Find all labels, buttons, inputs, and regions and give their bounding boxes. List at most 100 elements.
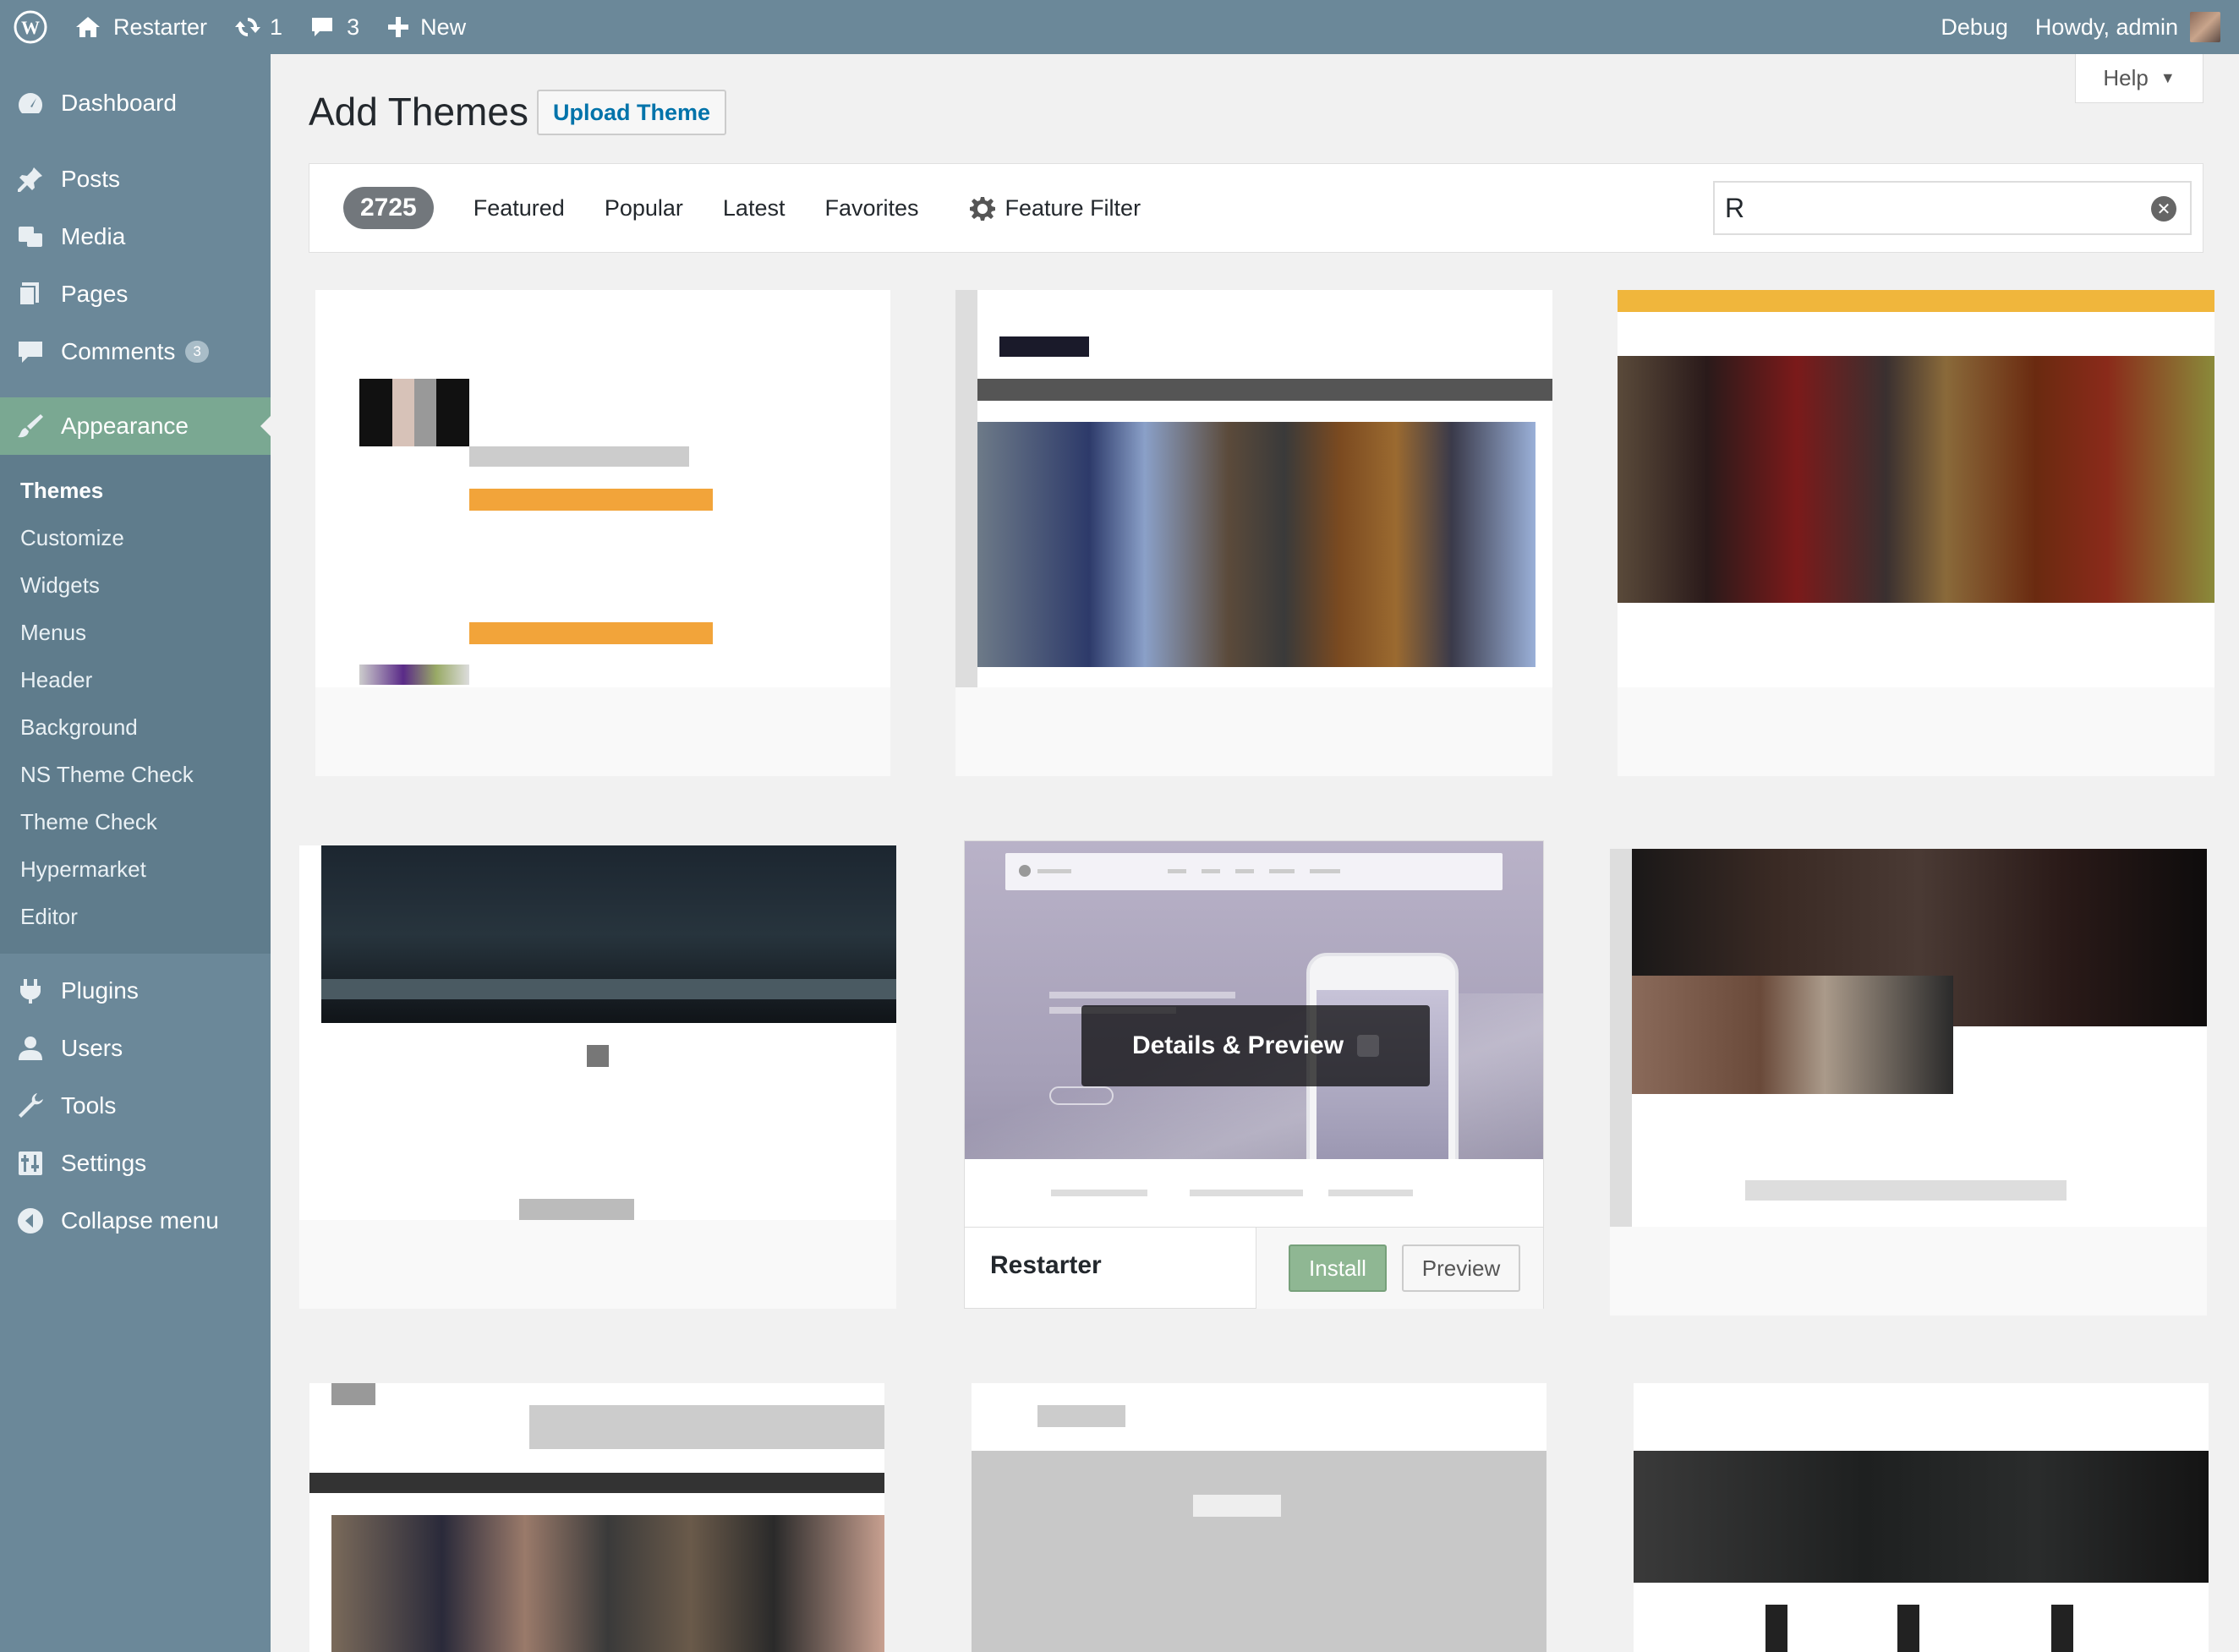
feature-filter-button[interactable]: Feature Filter <box>969 194 1141 222</box>
admin-bar: W Restarter 1 3 New Debug Howdy, admin <box>0 0 2239 54</box>
new-content-link[interactable]: New <box>373 0 479 54</box>
theme-card-footer <box>955 687 1552 776</box>
menu-comments[interactable]: Comments 3 <box>0 323 271 380</box>
install-button[interactable]: Install <box>1289 1244 1387 1292</box>
thumbnail-block <box>977 379 1552 401</box>
submenu-menus[interactable]: Menus <box>0 609 271 656</box>
submenu-background[interactable]: Background <box>0 703 271 751</box>
thumbnail-block <box>1037 1405 1125 1427</box>
user-icon <box>19 1037 42 1060</box>
menu-plugins[interactable]: Plugins <box>0 962 271 1020</box>
theme-card[interactable] <box>1618 290 2214 776</box>
theme-screenshot[interactable]: Details & Preview <box>965 841 1543 1227</box>
menu-label: Plugins <box>61 977 139 1004</box>
thumbnail-block <box>999 336 1089 357</box>
theme-card[interactable] <box>299 845 896 1309</box>
thumbnail-block <box>321 979 896 999</box>
mock-nav-link <box>1269 869 1295 873</box>
menu-collapse[interactable]: Collapse menu <box>0 1192 271 1250</box>
clear-search-icon[interactable]: ✕ <box>2151 196 2176 222</box>
thumbnail-block <box>1193 1495 1281 1517</box>
theme-card-restarter[interactable]: Details & Preview Restarter Install Prev… <box>964 840 1544 1309</box>
help-tab[interactable]: Help ▼ <box>2075 54 2203 103</box>
theme-card-footer <box>1610 1227 2207 1316</box>
menu-appearance[interactable]: Appearance <box>0 397 271 455</box>
submenu-customize[interactable]: Customize <box>0 514 271 561</box>
thumbnail-block <box>587 1045 609 1067</box>
tab-popular[interactable]: Popular <box>605 195 683 222</box>
pin-icon <box>18 167 42 192</box>
theme-filter-bar: 2725 Featured Popular Latest Favorites F… <box>309 163 2203 253</box>
svg-text:W: W <box>21 17 40 38</box>
my-account-link[interactable]: Howdy, admin <box>2022 0 2239 54</box>
menu-pages[interactable]: Pages <box>0 265 271 323</box>
debug-link[interactable]: Debug <box>1927 0 2022 54</box>
submenu-themes[interactable]: Themes <box>0 467 271 514</box>
upload-theme-button[interactable]: Upload Theme <box>537 90 727 135</box>
menu-tools[interactable]: Tools <box>0 1077 271 1135</box>
thumbnail-block <box>359 665 469 685</box>
menu-label: Media <box>61 223 126 249</box>
thumbnail-block <box>469 622 713 644</box>
menu-label: Tools <box>61 1092 117 1119</box>
gear-icon <box>969 197 995 221</box>
theme-actions: Install Preview <box>1256 1228 1543 1309</box>
preview-button[interactable]: Preview <box>1402 1244 1520 1292</box>
mock-nav-link <box>1037 869 1071 873</box>
thumbnail-block <box>1765 1605 1787 1652</box>
theme-card[interactable] <box>955 290 1552 776</box>
submenu-editor[interactable]: Editor <box>0 893 271 940</box>
submenu-theme-check[interactable]: Theme Check <box>0 798 271 845</box>
feature-filter-label: Feature Filter <box>1005 194 1141 221</box>
collapse-icon <box>18 1208 43 1234</box>
admin-sidebar: Dashboard Posts Media Pages Comments 3 A… <box>0 54 271 1652</box>
comments-link[interactable]: 3 <box>296 0 373 54</box>
theme-card[interactable] <box>972 1383 1546 1652</box>
menu-posts[interactable]: Posts <box>0 150 271 208</box>
tab-featured[interactable]: Featured <box>474 195 565 222</box>
thumbnail-block <box>469 489 713 511</box>
theme-card[interactable] <box>1634 1383 2209 1652</box>
theme-card[interactable] <box>315 290 890 776</box>
comment-icon <box>312 18 333 36</box>
thumbnail-block <box>1632 976 1953 1094</box>
menu-media[interactable]: Media <box>0 208 271 265</box>
mock-nav-link <box>1235 869 1254 873</box>
submenu-header[interactable]: Header <box>0 656 271 703</box>
plugin-icon <box>20 979 41 1004</box>
tab-latest[interactable]: Latest <box>723 195 786 222</box>
caret-down-icon: ▼ <box>2160 69 2176 86</box>
thumbnail-block <box>1618 290 2214 312</box>
menu-dashboard[interactable]: Dashboard <box>0 74 271 132</box>
theme-card-footer: Restarter Install Preview <box>965 1227 1543 1309</box>
thumbnail-block <box>529 1405 884 1449</box>
thumbnail-block <box>1634 1451 2209 1583</box>
menu-label: Dashboard <box>61 90 177 116</box>
mock-nav-link <box>1202 869 1220 873</box>
search-value: R <box>1725 192 1745 223</box>
menu-users[interactable]: Users <box>0 1020 271 1077</box>
submenu-widgets[interactable]: Widgets <box>0 561 271 609</box>
submenu-hypermarket[interactable]: Hypermarket <box>0 845 271 893</box>
details-preview-overlay[interactable]: Details & Preview <box>1081 1005 1430 1086</box>
theme-name: Restarter <box>990 1251 1102 1279</box>
appearance-submenu: Themes Customize Widgets Menus Header Ba… <box>0 455 271 954</box>
howdy-label: Howdy, admin <box>2034 14 2178 40</box>
help-label: Help <box>2103 65 2149 90</box>
site-name-link[interactable]: Restarter <box>61 0 221 54</box>
tab-favorites[interactable]: Favorites <box>824 195 918 222</box>
menu-label: Pages <box>61 281 129 307</box>
updates-icon <box>235 18 261 36</box>
wordpress-logo-icon[interactable]: W <box>0 0 61 54</box>
search-input[interactable]: R ✕ <box>1713 181 2192 235</box>
submenu-ns-theme-check[interactable]: NS Theme Check <box>0 751 271 798</box>
home-icon <box>76 17 100 37</box>
thumbnail-block <box>2051 1605 2073 1652</box>
thumbnail-block <box>1745 1180 2067 1201</box>
thumbnail-block <box>331 1515 884 1652</box>
updates-link[interactable]: 1 <box>221 0 296 54</box>
expand-icon <box>1357 1035 1380 1057</box>
menu-settings[interactable]: Settings <box>0 1135 271 1192</box>
theme-card[interactable] <box>1610 849 2207 1316</box>
theme-card[interactable] <box>309 1383 884 1652</box>
